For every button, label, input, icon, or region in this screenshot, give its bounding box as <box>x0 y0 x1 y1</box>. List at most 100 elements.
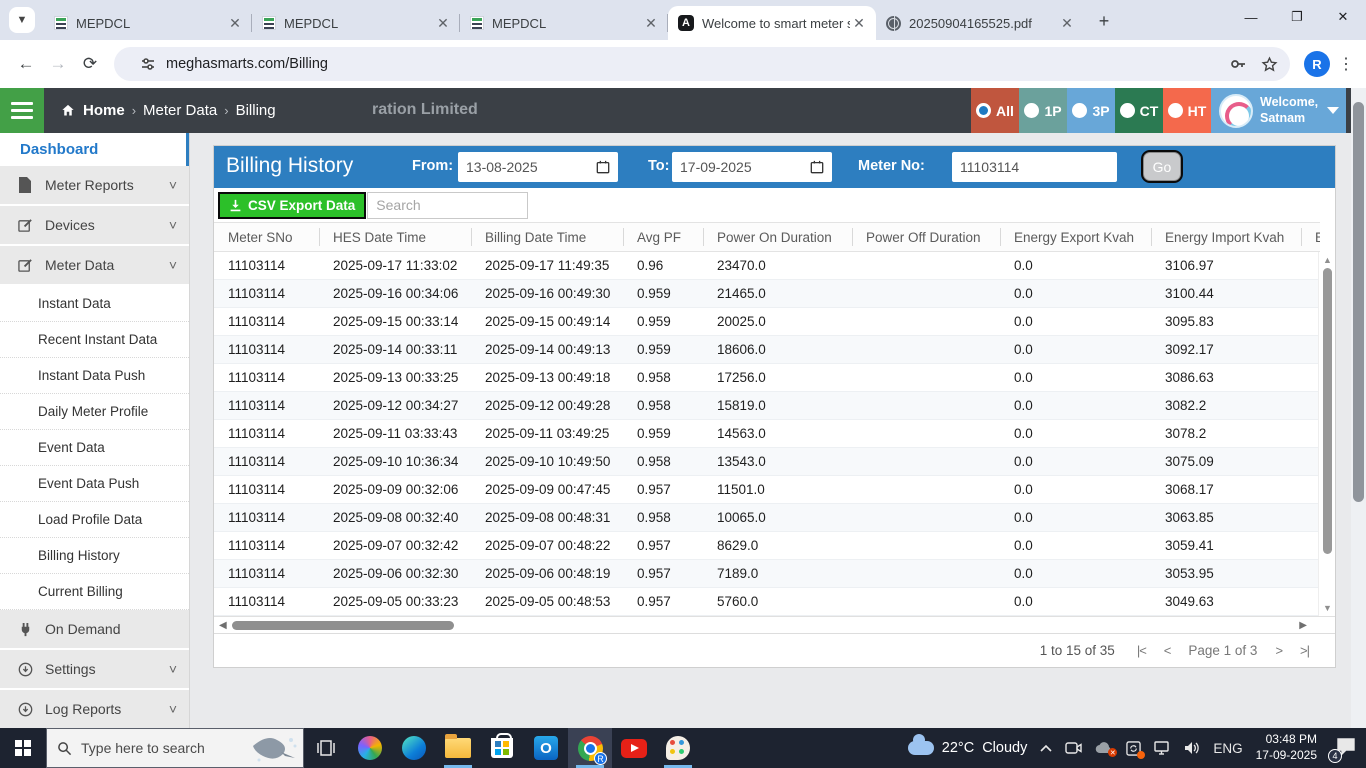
scroll-down-icon[interactable]: ▼ <box>1319 603 1336 613</box>
last-page-button[interactable]: >| <box>1300 643 1309 658</box>
language-indicator[interactable]: ENG <box>1213 741 1242 756</box>
url-text[interactable]: meghasmarts.com/Billing <box>166 56 1215 72</box>
filter-1p[interactable]: 1P <box>1019 88 1067 133</box>
copilot-icon[interactable] <box>348 728 392 768</box>
site-settings-icon[interactable] <box>140 56 156 72</box>
tab-mepdcl-3[interactable]: MEPDCL ✕ <box>460 6 668 40</box>
sidebar-item-meter-data[interactable]: Meter Data ˅ <box>0 246 189 286</box>
filter-all[interactable]: All <box>971 88 1019 133</box>
radio-3p-icon[interactable] <box>1072 103 1087 118</box>
filter-ht[interactable]: HT <box>1163 88 1211 133</box>
browser-menu-icon[interactable]: ⋮ <box>1336 54 1356 74</box>
scroll-left-icon[interactable]: ◀ <box>219 620 227 631</box>
chrome-icon[interactable]: R <box>568 728 612 768</box>
sidebar-item-log-reports[interactable]: Log Reports ˅ <box>0 690 189 730</box>
paint-icon[interactable] <box>656 728 700 768</box>
sidebar-subitem[interactable]: Load Profile Data <box>0 502 189 538</box>
table-search-input[interactable] <box>367 192 528 219</box>
sidebar-item-dashboard[interactable]: Dashboard <box>0 133 189 166</box>
next-page-button[interactable]: > <box>1275 643 1282 658</box>
radio-ht-icon[interactable] <box>1168 103 1183 118</box>
table-horizontal-scrollbar[interactable]: ◀ ▶ <box>214 616 1335 633</box>
start-button[interactable] <box>0 728 46 768</box>
action-center-button[interactable]: 4 <box>1330 737 1356 759</box>
new-tab-button[interactable]: + <box>1092 12 1116 30</box>
from-date-input[interactable]: 13-08-2025 <box>458 152 618 182</box>
file-explorer-icon[interactable] <box>436 728 480 768</box>
taskbar-clock[interactable]: 03:48 PM 17-09-2025 <box>1256 732 1317 763</box>
sidebar-subitem[interactable]: Daily Meter Profile <box>0 394 189 430</box>
csv-export-button[interactable]: CSV Export Data <box>218 192 366 219</box>
sidebar-subitem[interactable]: Event Data Push <box>0 466 189 502</box>
camera-tray-icon[interactable] <box>1065 741 1082 755</box>
page-scrollbar[interactable] <box>1351 88 1366 728</box>
tray-expand-icon[interactable] <box>1040 744 1052 752</box>
profile-avatar[interactable]: R <box>1304 51 1330 77</box>
sidebar-item-settings[interactable]: Settings ˅ <box>0 650 189 690</box>
breadcrumb-home[interactable]: Home <box>83 102 125 119</box>
microsoft-store-icon[interactable] <box>480 728 524 768</box>
go-button[interactable]: Go <box>1143 152 1181 181</box>
filter-ct[interactable]: CT <box>1115 88 1163 133</box>
to-date-input[interactable]: 17-09-2025 <box>672 152 832 182</box>
prev-page-button[interactable]: < <box>1164 643 1171 658</box>
meter-no-input[interactable] <box>952 152 1117 182</box>
hamburger-menu-button[interactable] <box>0 88 44 133</box>
tab-close-icon[interactable]: ✕ <box>434 14 452 32</box>
weather-widget[interactable]: 22°C Cloudy <box>908 740 1028 756</box>
sidebar-subitem[interactable]: Recent Instant Data <box>0 322 189 358</box>
user-menu[interactable]: Welcome, Satnam <box>1211 88 1346 133</box>
close-button[interactable]: ✕ <box>1320 0 1366 34</box>
onedrive-error-icon[interactable]: ✕ <box>1095 742 1113 754</box>
sidebar-item-on-demand[interactable]: On Demand <box>0 610 189 650</box>
radio-1p-icon[interactable] <box>1024 103 1039 118</box>
sidebar-item-meter-reports[interactable]: Meter Reports ˅ <box>0 166 189 206</box>
sidebar-item-devices[interactable]: Devices ˅ <box>0 206 189 246</box>
tab-close-icon[interactable]: ✕ <box>850 14 868 32</box>
tab-mepdcl-2[interactable]: MEPDCL ✕ <box>252 6 460 40</box>
scroll-right-icon[interactable]: ▶ <box>1299 620 1307 631</box>
breadcrumb-meter-data[interactable]: Meter Data <box>143 102 217 119</box>
taskbar-search-box[interactable]: Type here to search <box>46 728 304 768</box>
tab-close-icon[interactable]: ✕ <box>1058 14 1076 32</box>
task-view-button[interactable] <box>304 728 348 768</box>
tab-pdf[interactable]: 20250904165525.pdf ✕ <box>876 6 1084 40</box>
edge-icon[interactable] <box>392 728 436 768</box>
minimize-button[interactable]: — <box>1228 0 1274 34</box>
volume-icon[interactable] <box>1184 741 1200 755</box>
tab-close-icon[interactable]: ✕ <box>642 14 660 32</box>
forward-icon[interactable]: → <box>42 48 74 80</box>
horizontal-scroll-thumb[interactable] <box>232 621 454 630</box>
outlook-icon[interactable]: O <box>524 728 568 768</box>
update-tray-icon[interactable] <box>1126 741 1141 756</box>
sidebar-subitem[interactable]: Billing History <box>0 538 189 574</box>
page-scroll-thumb[interactable] <box>1353 102 1364 502</box>
calendar-icon[interactable] <box>596 160 610 174</box>
bookmark-star-icon[interactable] <box>1261 56 1278 73</box>
vertical-scroll-thumb[interactable] <box>1323 268 1332 554</box>
password-key-icon[interactable] <box>1229 55 1247 73</box>
omnibox[interactable]: meghasmarts.com/Billing <box>114 47 1290 81</box>
sidebar-subitem[interactable]: Current Billing <box>0 574 189 610</box>
back-icon[interactable]: ← <box>10 48 42 80</box>
sidebar-subitem[interactable]: Instant Data Push <box>0 358 189 394</box>
sidebar-subitem[interactable]: Event Data <box>0 430 189 466</box>
breadcrumb-billing[interactable]: Billing <box>236 102 276 119</box>
tab-mepdcl-1[interactable]: MEPDCL ✕ <box>44 6 252 40</box>
youtube-icon[interactable] <box>612 728 656 768</box>
network-icon[interactable] <box>1154 741 1171 755</box>
tab-list-dropdown-icon[interactable]: ▼ <box>9 7 35 33</box>
radio-all-icon[interactable] <box>976 103 991 118</box>
radio-ct-icon[interactable] <box>1120 103 1135 118</box>
calendar-icon[interactable] <box>810 160 824 174</box>
sidebar-subitem[interactable]: Instant Data <box>0 286 189 322</box>
first-page-button[interactable]: |< <box>1137 643 1146 658</box>
tab-smart-meter-active[interactable]: A Welcome to smart meter sys ✕ <box>668 6 876 40</box>
filter-3p[interactable]: 3P <box>1067 88 1115 133</box>
restore-button[interactable]: ❐ <box>1274 0 1320 34</box>
reload-icon[interactable]: ⟳ <box>74 48 106 80</box>
table-vertical-scrollbar[interactable]: ▲ ▼ <box>1318 252 1335 616</box>
tab-close-icon[interactable]: ✕ <box>226 14 244 32</box>
billing-filter-bar: Billing History From: 13-08-2025 To: 17-… <box>214 146 1335 188</box>
scroll-up-icon[interactable]: ▲ <box>1319 255 1336 265</box>
